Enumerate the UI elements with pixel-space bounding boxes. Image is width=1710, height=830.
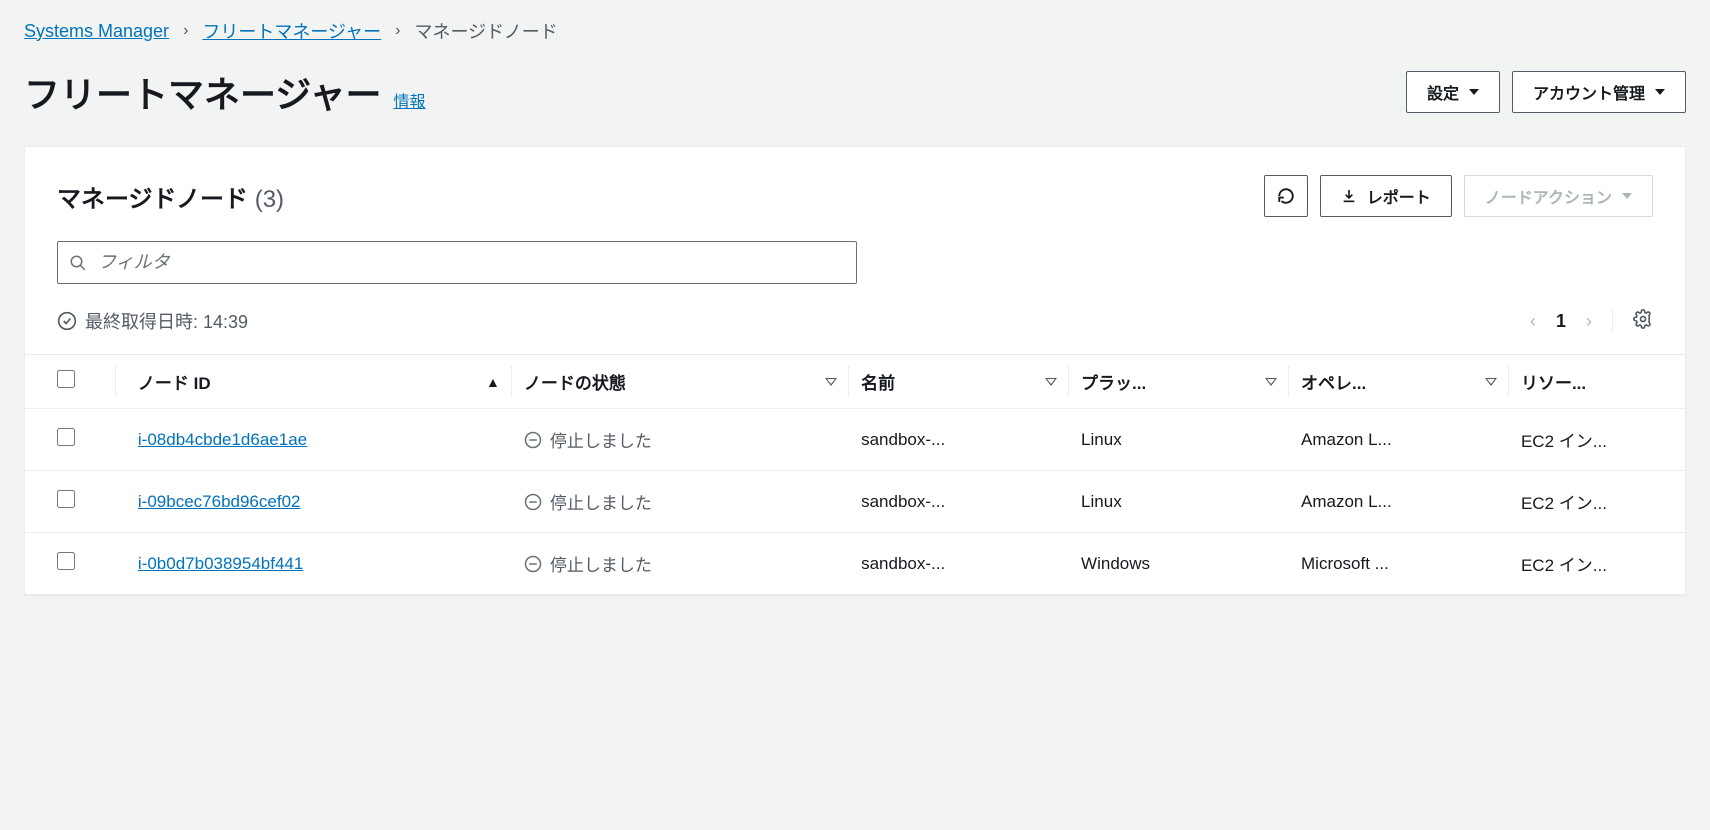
node-resource: EC2 イン... (1509, 471, 1685, 533)
caret-down-icon (1655, 89, 1665, 95)
column-node-state[interactable]: ノードの状態 (512, 355, 849, 409)
breadcrumb-systems-manager[interactable]: Systems Manager (24, 21, 169, 42)
column-os[interactable]: オペレ... (1289, 355, 1509, 409)
table-row: i-08db4cbde1d6ae1ae 停止しました sandbox-... L… (25, 409, 1685, 471)
filter-dropdown-icon (1485, 378, 1497, 386)
node-platform: Linux (1069, 471, 1289, 533)
table-row: i-0b0d7b038954bf441 停止しました sandbox-... W… (25, 533, 1685, 595)
gear-icon (1633, 309, 1653, 329)
filter-dropdown-icon (1265, 378, 1277, 386)
info-link[interactable]: 情報 (393, 88, 425, 112)
select-all-checkbox[interactable] (57, 370, 75, 388)
search-icon (69, 254, 87, 272)
page-header: フリートマネージャー 情報 設定 アカウント管理 (0, 54, 1710, 146)
column-os-label: オペレ... (1301, 369, 1366, 394)
sort-asc-icon: ▲ (486, 374, 500, 390)
settings-button[interactable]: 設定 (1406, 71, 1500, 113)
column-platform[interactable]: プラッ... (1069, 355, 1289, 409)
row-checkbox[interactable] (57, 428, 75, 446)
stopped-icon (524, 431, 542, 449)
table-settings-button[interactable] (1633, 309, 1653, 334)
check-circle-icon (57, 311, 77, 331)
current-page: 1 (1556, 311, 1566, 332)
refresh-button[interactable] (1264, 175, 1308, 217)
column-select-all (25, 355, 116, 409)
account-management-label: アカウント管理 (1533, 80, 1645, 104)
breadcrumb-fleet-manager[interactable]: フリートマネージャー (202, 18, 381, 44)
column-state-label: ノードの状態 (524, 369, 626, 394)
filter-dropdown-icon (825, 378, 837, 386)
node-os: Microsoft ... (1289, 533, 1509, 595)
node-platform: Linux (1069, 409, 1289, 471)
panel-title-text: マネージドノード (57, 186, 248, 213)
node-state-text: 停止しました (550, 551, 652, 576)
node-state-text: 停止しました (550, 427, 652, 452)
table-row: i-09bcec76bd96cef02 停止しました sandbox-... L… (25, 471, 1685, 533)
row-checkbox[interactable] (57, 490, 75, 508)
node-action-label: ノードアクション (1485, 184, 1612, 208)
node-action-button[interactable]: ノードアクション (1464, 175, 1653, 217)
next-page-button[interactable]: › (1586, 311, 1592, 332)
column-node-id-label: ノード ID (138, 369, 211, 394)
breadcrumb-current: マネージドノード (414, 18, 557, 44)
column-node-id[interactable]: ノード ID ▲ (116, 355, 512, 409)
caret-down-icon (1622, 193, 1632, 199)
report-button-label: レポート (1367, 184, 1431, 208)
account-management-button[interactable]: アカウント管理 (1512, 71, 1686, 113)
node-platform: Windows (1069, 533, 1289, 595)
node-state-text: 停止しました (550, 489, 652, 514)
node-name: sandbox-... (849, 409, 1069, 471)
managed-nodes-panel: マネージドノード (3) レポート ノードアクション 最終取得日時: 14: (24, 146, 1686, 595)
page-title: フリートマネージャー (24, 66, 381, 118)
panel-count: (3) (255, 186, 284, 213)
row-checkbox[interactable] (57, 552, 75, 570)
filter-dropdown-icon (1045, 378, 1057, 386)
node-os: Amazon L... (1289, 471, 1509, 533)
column-resource-label: リソー... (1521, 369, 1586, 394)
stopped-icon (524, 493, 542, 511)
refresh-icon (1277, 187, 1295, 205)
column-resource[interactable]: リソー... (1509, 355, 1685, 409)
breadcrumb: Systems Manager › フリートマネージャー › マネージドノード (0, 0, 1710, 54)
stopped-icon (524, 555, 542, 573)
panel-title: マネージドノード (3) (57, 179, 284, 214)
node-id-link[interactable]: i-08db4cbde1d6ae1ae (138, 430, 307, 449)
nodes-table: ノード ID ▲ ノードの状態 名前 (25, 354, 1685, 594)
node-resource: EC2 イン... (1509, 533, 1685, 595)
chevron-right-icon: › (183, 22, 188, 40)
settings-button-label: 設定 (1427, 80, 1459, 104)
node-id-link[interactable]: i-09bcec76bd96cef02 (138, 492, 301, 511)
last-fetched-label: 最終取得日時: 14:39 (85, 308, 248, 334)
report-button[interactable]: レポート (1320, 175, 1452, 217)
column-name-label: 名前 (861, 369, 895, 394)
caret-down-icon (1469, 89, 1479, 95)
filter-input[interactable] (57, 241, 857, 284)
node-id-link[interactable]: i-0b0d7b038954bf441 (138, 554, 303, 573)
download-icon (1341, 188, 1357, 204)
column-name[interactable]: 名前 (849, 355, 1069, 409)
pagination: ‹ 1 › (1530, 309, 1653, 334)
chevron-right-icon: › (395, 22, 400, 40)
node-name: sandbox-... (849, 533, 1069, 595)
divider (1612, 309, 1613, 333)
prev-page-button[interactable]: ‹ (1530, 311, 1536, 332)
column-platform-label: プラッ... (1081, 369, 1146, 394)
node-name: sandbox-... (849, 471, 1069, 533)
node-resource: EC2 イン... (1509, 409, 1685, 471)
node-os: Amazon L... (1289, 409, 1509, 471)
